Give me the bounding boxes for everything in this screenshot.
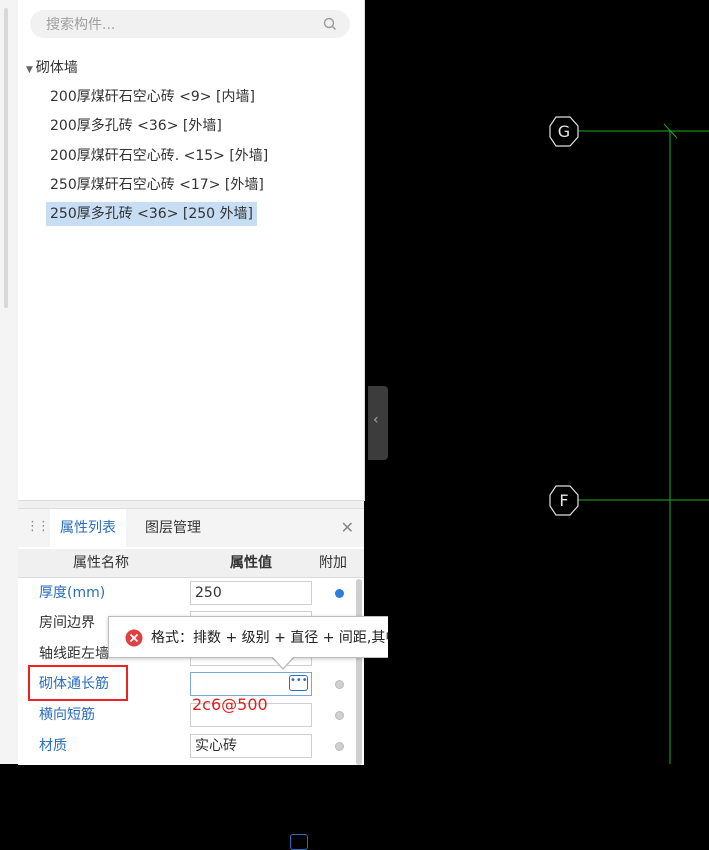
tree-category-label: 砌体墙 [35, 60, 78, 76]
more-options-button[interactable]: ••• [289, 675, 308, 691]
axis-bubble-g: G [549, 116, 579, 147]
tree-item[interactable]: 200厚煤矸石空心砖. <15> [外墙] [46, 144, 272, 168]
tooltip-tail-inner [271, 655, 295, 668]
property-name: 材质 [39, 738, 67, 754]
header-property-name: 属性名称 [73, 555, 129, 571]
property-name: 横向短筋 [39, 707, 95, 723]
property-table-header: 属性名称 属性值 附加 [18, 549, 364, 578]
property-scrollbar[interactable] [356, 579, 362, 765]
ellipsis-button[interactable] [290, 834, 308, 850]
extra-checkbox-checked[interactable] [335, 589, 344, 598]
property-value-field[interactable]: 250 [190, 581, 312, 605]
close-icon[interactable]: ✕ [341, 518, 354, 537]
tree-item-selected[interactable]: 250厚多孔砖 <36> [250 外墙] [46, 202, 257, 226]
extra-checkbox[interactable] [335, 680, 344, 689]
tree-item[interactable]: 200厚多孔砖 <36> [外墙] [46, 114, 226, 138]
drag-grip-icon[interactable]: ⋮⋮ [26, 519, 50, 534]
tab-layer-management[interactable]: 图层管理 [145, 509, 201, 547]
chevron-down-icon[interactable]: ▼ [26, 65, 33, 75]
extra-checkbox[interactable] [335, 711, 344, 720]
tab-property-list[interactable]: 属性列表 [50, 509, 126, 547]
search-input[interactable] [44, 10, 308, 40]
axis-bubble-f: F [549, 485, 579, 516]
left-scrollbar[interactable] [4, 8, 8, 308]
property-row-transverse-short-rebar: 横向短筋 [18, 700, 364, 730]
error-icon [125, 629, 143, 647]
tree-item[interactable]: 200厚煤矸石空心砖 <9> [内墙] [46, 85, 259, 109]
annotation-highlight-box [28, 665, 128, 701]
search-box[interactable] [30, 10, 350, 40]
property-name: 厚度(mm) [39, 585, 106, 601]
property-row-thickness: 厚度(mm) 250 [18, 578, 364, 608]
left-edge-strip [0, 0, 18, 764]
collapse-panel-handle[interactable]: ‹ [368, 386, 388, 460]
annotation-entered-value: 2c6@500 [192, 695, 268, 714]
tree-item[interactable]: 250厚煤矸石空心砖 <17> [外墙] [46, 173, 268, 197]
axis-label-g: G [558, 122, 570, 141]
header-extra: 附加 [319, 555, 347, 571]
tree-category-masonry-wall[interactable]: ▼ 砌体墙 [26, 57, 78, 77]
property-value-field[interactable]: 实心砖 [190, 734, 312, 758]
property-tab-bar: ⋮⋮ 属性列表 图层管理 ✕ [18, 509, 364, 547]
axis-label-f: F [559, 491, 568, 510]
header-property-value: 属性值 [230, 555, 272, 571]
search-icon[interactable] [322, 16, 338, 32]
property-name: 房间边界 [39, 615, 95, 631]
extra-checkbox[interactable] [335, 742, 344, 751]
chevron-left-icon[interactable]: ‹ [373, 412, 379, 428]
cad-drawing-canvas[interactable]: G F [388, 0, 709, 764]
property-row-material: 材质 实心砖 [18, 731, 364, 761]
component-tree-panel: ▼砌体墙 200厚煤矸石空心砖 <9> [内墙] 200厚多孔砖 <36> [外… [18, 0, 365, 501]
